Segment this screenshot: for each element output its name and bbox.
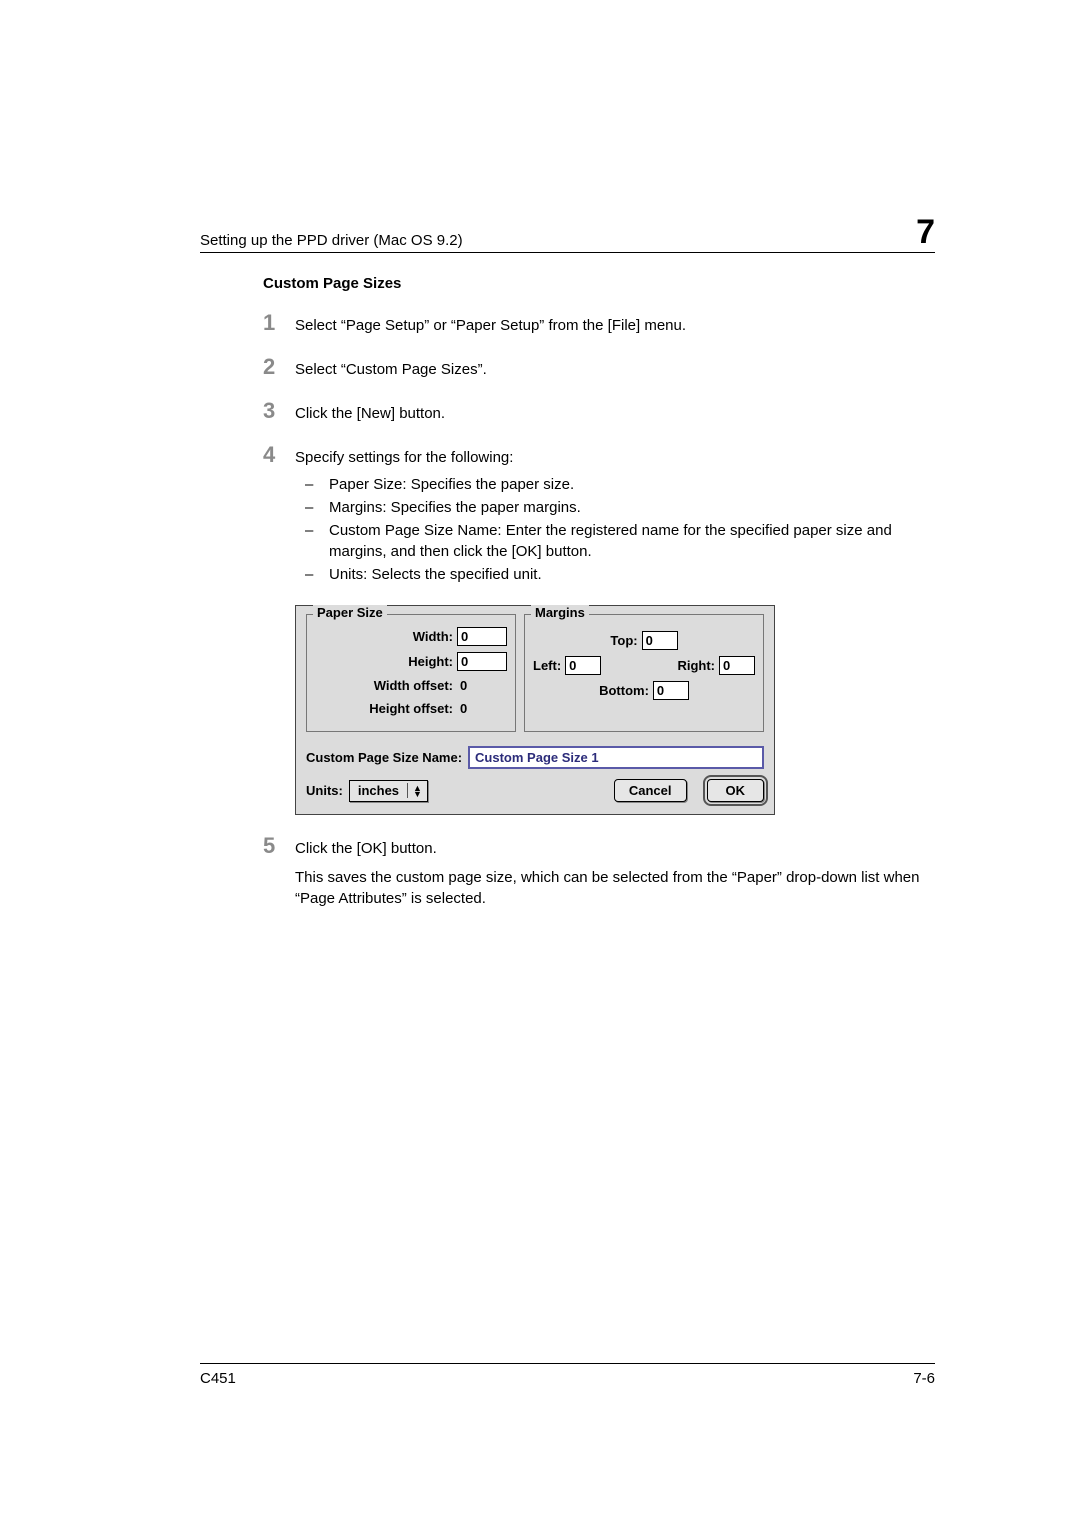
sub-item: – Margins: Specifies the paper margins. — [295, 497, 935, 518]
step-body: Click the [OK] button. This saves the cu… — [295, 838, 935, 909]
margins-legend: Margins — [531, 605, 589, 620]
step: 1 Select “Page Setup” or “Paper Setup” f… — [263, 310, 935, 336]
page-footer: C451 7-6 — [200, 1363, 935, 1387]
steps-list-continued: 5 Click the [OK] button. This saves the … — [263, 833, 935, 909]
dash: – — [295, 564, 329, 585]
margin-right-label: Right: — [677, 658, 715, 673]
height-offset-label: Height offset: — [315, 701, 453, 716]
margin-bottom-label: Bottom: — [599, 683, 649, 698]
page-size-name-label: Custom Page Size Name: — [306, 750, 462, 765]
step-number: 3 — [263, 398, 295, 424]
step-text: Click the [OK] button. — [295, 838, 935, 859]
step: 3 Click the [New] button. — [263, 398, 935, 424]
height-input[interactable]: 0 — [457, 652, 507, 671]
width-input[interactable]: 0 — [457, 627, 507, 646]
step-text: Select “Page Setup” or “Paper Setup” fro… — [295, 315, 935, 336]
header-title: Setting up the PPD driver (Mac OS 9.2) — [200, 232, 463, 249]
page-size-name-input[interactable]: Custom Page Size 1 — [468, 746, 764, 769]
height-offset-value: 0 — [457, 700, 507, 717]
step-body: Specify settings for the following: – Pa… — [295, 447, 935, 587]
units-select[interactable]: inches ▲▼ — [349, 780, 428, 802]
sub-item: – Paper Size: Specifies the paper size. — [295, 474, 935, 495]
width-offset-label: Width offset: — [315, 678, 453, 693]
sub-text: Units: Selects the specified unit. — [329, 564, 935, 585]
step-number: 4 — [263, 442, 295, 468]
steps-list: 1 Select “Page Setup” or “Paper Setup” f… — [263, 310, 935, 587]
step-text: Click the [New] button. — [295, 403, 935, 424]
units-label: Units: — [306, 783, 343, 798]
chapter-number: 7 — [916, 215, 935, 249]
sub-text: Custom Page Size Name: Enter the registe… — [329, 520, 935, 562]
paper-size-legend: Paper Size — [313, 605, 387, 620]
step-text: Select “Custom Page Sizes”. — [295, 359, 935, 380]
dash: – — [295, 520, 329, 562]
footer-right: 7-6 — [913, 1370, 935, 1387]
step: 2 Select “Custom Page Sizes”. — [263, 354, 935, 380]
page-header: Setting up the PPD driver (Mac OS 9.2) 7 — [200, 215, 935, 253]
margin-top-input[interactable]: 0 — [642, 631, 678, 650]
step-number: 2 — [263, 354, 295, 380]
step-after-text: This saves the custom page size, which c… — [295, 867, 935, 909]
dash: – — [295, 474, 329, 495]
paper-size-fieldset: Paper Size Width: 0 Height: 0 Width offs… — [306, 614, 516, 732]
dash: – — [295, 497, 329, 518]
step-number: 5 — [263, 833, 295, 859]
sub-text: Margins: Specifies the paper margins. — [329, 497, 935, 518]
sub-list: – Paper Size: Specifies the paper size. … — [295, 474, 935, 585]
footer-left: C451 — [200, 1370, 236, 1387]
step: 4 Specify settings for the following: – … — [263, 442, 935, 587]
height-label: Height: — [315, 654, 453, 669]
step-number: 1 — [263, 310, 295, 336]
margins-fieldset: Margins Top: 0 Left: 0 Right: 0 — [524, 614, 764, 732]
sub-text: Paper Size: Specifies the paper size. — [329, 474, 935, 495]
margin-left-input[interactable]: 0 — [565, 656, 601, 675]
cancel-button[interactable]: Cancel — [614, 779, 687, 802]
section-title: Custom Page Sizes — [263, 275, 935, 292]
width-offset-value: 0 — [457, 677, 507, 694]
chevron-updown-icon: ▲▼ — [408, 785, 427, 797]
units-value: inches — [350, 783, 408, 798]
step: 5 Click the [OK] button. This saves the … — [263, 833, 935, 909]
page: Setting up the PPD driver (Mac OS 9.2) 7… — [0, 0, 1080, 1527]
ok-button[interactable]: OK — [707, 779, 765, 802]
margin-left-label: Left: — [533, 658, 561, 673]
width-label: Width: — [315, 629, 453, 644]
sub-item: – Units: Selects the specified unit. — [295, 564, 935, 585]
custom-page-size-dialog: Paper Size Width: 0 Height: 0 Width offs… — [295, 605, 775, 815]
margin-right-input[interactable]: 0 — [719, 656, 755, 675]
margin-top-label: Top: — [610, 633, 637, 648]
step-text: Specify settings for the following: — [295, 449, 513, 466]
margin-bottom-input[interactable]: 0 — [653, 681, 689, 700]
sub-item: – Custom Page Size Name: Enter the regis… — [295, 520, 935, 562]
